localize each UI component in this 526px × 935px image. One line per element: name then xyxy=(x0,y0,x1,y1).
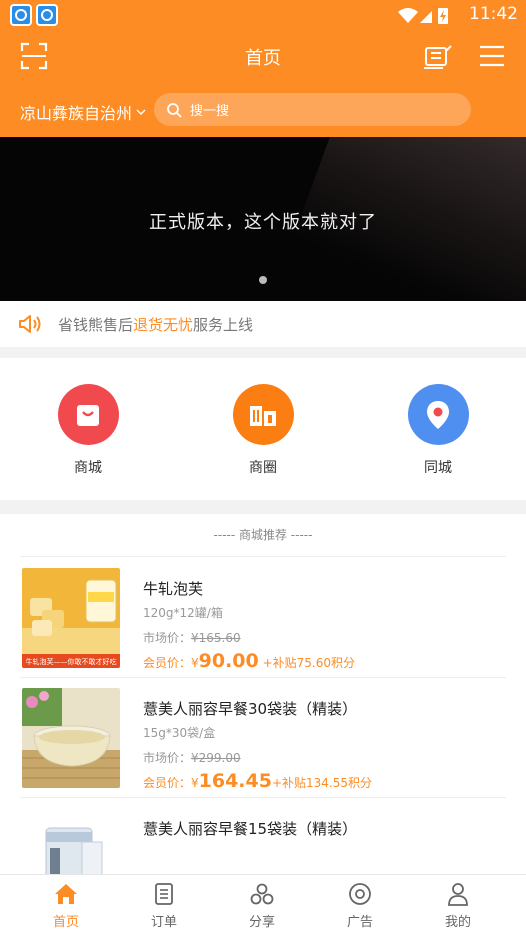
order-icon xyxy=(155,883,173,905)
message-list-icon xyxy=(424,45,452,69)
product-name: 薏美人丽容早餐30袋装（精装） xyxy=(143,700,358,718)
recommended-products: ----- 商城推荐 ----- 牛轧泡芙——你敢不敢才好吃 牛轧泡芙 120g… xyxy=(0,514,526,874)
member-price: 会员价：¥90.00 +补贴75.60积分 xyxy=(143,650,355,672)
speaker-icon xyxy=(19,315,41,333)
notice-text: 省钱熊售后退货无忧服务上线 xyxy=(58,314,253,335)
market-price: 市场价：¥165.60 xyxy=(143,631,241,645)
app-notification-icon xyxy=(36,4,58,26)
category-local[interactable]: 同城 xyxy=(398,384,478,477)
notice-prefix: 省钱熊售后 xyxy=(58,315,134,334)
tab-label: 广告 xyxy=(346,915,373,930)
city-selector[interactable]: 凉山彝族自治州 xyxy=(20,100,146,124)
product-spec: 15g*30袋/盒 xyxy=(143,726,216,740)
ad-icon xyxy=(349,883,371,905)
tab-label: 订单 xyxy=(150,915,177,930)
notice-bar[interactable]: 省钱熊售后退货无忧服务上线 xyxy=(0,301,526,347)
tab-label: 首页 xyxy=(52,915,79,930)
app-screen: 11:42 首页 凉山彝族自治州 搜一搜 正式版本，这个版本就对了 省钱熊售后退… xyxy=(0,0,526,935)
local-icon-circle xyxy=(407,384,469,445)
search-placeholder: 搜一搜 xyxy=(190,104,230,119)
tab-label: 分享 xyxy=(248,915,275,930)
product-item[interactable]: 牛轧泡芙——你敢不敢才好吃 牛轧泡芙 120g*12罐/箱 市场价：¥165.6… xyxy=(20,558,506,678)
category-label: 商城 xyxy=(74,460,102,476)
carousel-indicator[interactable] xyxy=(259,276,267,284)
app-notification-icon xyxy=(10,4,32,26)
chevron-down-icon xyxy=(136,109,146,116)
product-image: 牛轧泡芙——你敢不敢才好吃 xyxy=(22,568,120,668)
notice-highlight: 退货无忧 xyxy=(133,315,194,334)
location-pin-icon xyxy=(427,400,449,429)
profile-icon xyxy=(448,883,468,906)
search-input[interactable]: 搜一搜 xyxy=(154,93,471,126)
product-name: 薏美人丽容早餐15袋装（精装） xyxy=(143,820,358,838)
category-mall[interactable]: 商城 xyxy=(48,384,128,477)
tab-orders[interactable]: 订单 xyxy=(134,881,194,930)
market-price: 市场价：¥299.00 xyxy=(143,751,241,765)
tab-home[interactable]: 首页 xyxy=(36,881,96,930)
business-icon-circle xyxy=(232,384,294,445)
product-item[interactable]: 薏美人丽容早餐30袋装（精装） 15g*30袋/盒 市场价：¥299.00 会员… xyxy=(20,678,506,798)
notice-suffix: 服务上线 xyxy=(193,315,254,334)
buildings-icon xyxy=(250,405,276,426)
message-button[interactable] xyxy=(422,40,454,72)
category-grid: 商城 商圈 同城 xyxy=(0,358,526,500)
share-icon xyxy=(250,883,274,905)
category-label: 同城 xyxy=(424,460,452,476)
tab-share[interactable]: 分享 xyxy=(232,881,292,930)
tab-profile[interactable]: 我的 xyxy=(428,881,488,930)
menu-button[interactable] xyxy=(476,40,508,72)
product-name: 牛轧泡芙 xyxy=(143,580,204,598)
category-business[interactable]: 商圈 xyxy=(223,384,303,477)
city-label: 凉山彝族自治州 xyxy=(20,104,133,123)
home-icon xyxy=(55,884,77,904)
hamburger-icon xyxy=(480,45,504,67)
banner-text: 正式版本，这个版本就对了 xyxy=(149,212,377,233)
product-item[interactable]: 薏美人丽容早餐15袋装（精装） xyxy=(20,798,506,874)
shopping-bag-icon xyxy=(77,404,99,426)
header: 首页 凉山彝族自治州 搜一搜 xyxy=(0,30,526,137)
product-spec: 120g*12罐/箱 xyxy=(143,606,223,620)
product-image xyxy=(22,808,120,874)
tab-label: 我的 xyxy=(444,915,471,930)
member-price: 会员价：¥164.45+补贴134.55积分 xyxy=(143,770,373,792)
status-time: 11:42 xyxy=(469,4,518,24)
section-title: ----- 商城推荐 ----- xyxy=(20,514,506,557)
product-image xyxy=(22,688,120,788)
bottom-tab-bar: 首页 订单 分享 广告 我的 xyxy=(0,874,526,935)
search-icon xyxy=(167,102,182,118)
signal-battery-icon xyxy=(398,8,448,24)
category-label: 商圈 xyxy=(249,460,277,476)
product-image-caption: 牛轧泡芙——你敢不敢才好吃 xyxy=(26,657,117,666)
status-bar: 11:42 xyxy=(0,0,526,30)
mall-icon-circle xyxy=(57,384,119,445)
tab-ads[interactable]: 广告 xyxy=(330,881,390,930)
